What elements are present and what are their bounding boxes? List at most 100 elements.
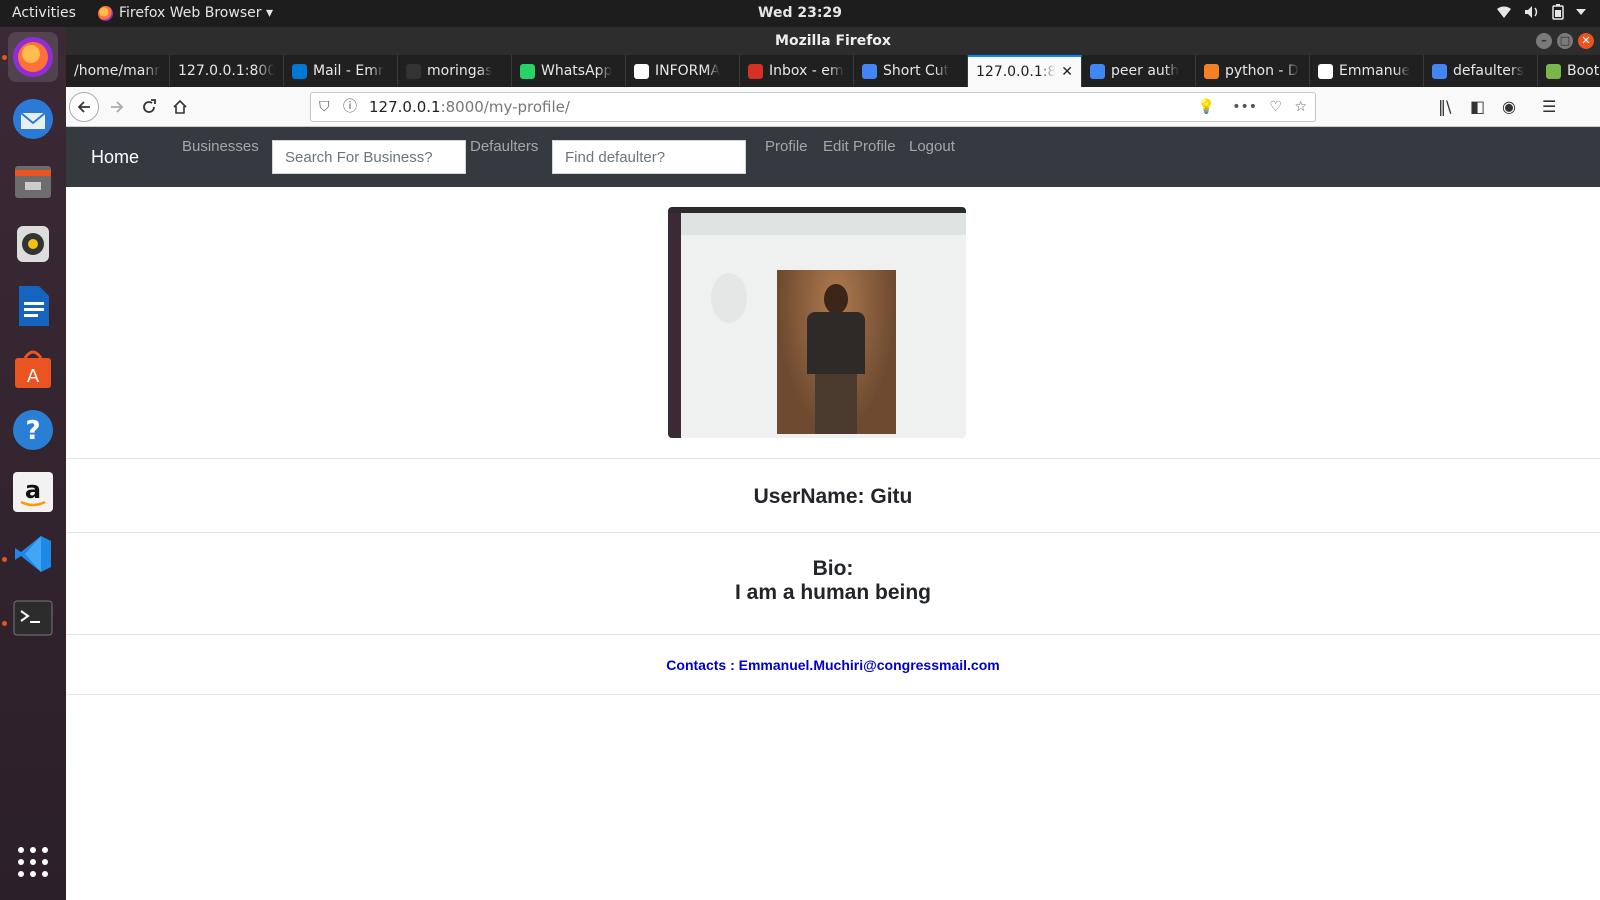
browser-tab[interactable]: /home/mann [66,55,170,87]
tab-favicon-icon [520,63,535,79]
home-button[interactable] [165,92,195,122]
dock-files[interactable] [8,157,58,207]
find-defaulter-input[interactable] [552,140,746,174]
search-business-input[interactable] [272,140,466,174]
dock-help[interactable]: ? [8,405,58,455]
pocket-icon[interactable]: ♡ [1269,93,1282,121]
tab-label: Mail - Emr [313,63,384,79]
tab-favicon-icon [292,63,307,79]
lightbulb-icon[interactable]: 💡 [1198,93,1215,121]
firefox-icon [98,5,113,21]
tab-label: /home/mann [74,63,161,79]
tab-favicon-icon [862,63,877,79]
window-title: Mozilla Firefox [775,33,891,49]
files-icon [15,166,51,198]
dock-terminal[interactable] [8,593,58,643]
arrow-left-icon [77,101,90,113]
nav-businesses-link[interactable]: Businesses [182,138,259,155]
vscode-icon [15,536,51,572]
browser-tab[interactable]: moringas [398,55,512,87]
reload-icon [143,99,156,113]
browser-tab[interactable]: WhatsApp [512,55,626,87]
sidebar-icon[interactable]: ◧ [1470,97,1485,116]
tab-favicon-icon [1318,63,1333,79]
profile-bio: Bio: I am a human being [66,557,1600,605]
help-icon: ? [13,410,53,450]
browser-tab[interactable]: 127.0.0.1:800 [170,55,284,87]
navbar-brand-home[interactable]: Home [91,147,139,168]
tab-label: python - D [1225,63,1299,79]
ubuntu-dock: A ? a [0,27,66,900]
nav-edit-profile-link[interactable]: Edit Profile [823,138,896,155]
chevron-down-icon [1576,9,1586,15]
svg-text:a: a [25,476,41,504]
browser-tab[interactable]: Inbox - em [740,55,854,87]
tab-label: Emmanue [1339,63,1411,79]
hamburger-menu-icon[interactable]: ☰ [1542,97,1556,116]
library-icon[interactable]: ‖\ [1438,97,1451,116]
dock-libreoffice-writer[interactable] [8,281,58,331]
tab-favicon-icon [406,63,421,79]
gnome-top-bar: Activities Firefox Web Browser ▾ Wed 23:… [0,0,1600,27]
tab-favicon-icon [1204,63,1219,79]
thunderbird-icon [13,99,53,139]
dock-amazon[interactable]: a [8,467,58,517]
browser-tab[interactable]: python - D [1196,55,1310,87]
nav-defaulters-link[interactable]: Defaulters [470,138,538,155]
maximize-button[interactable]: □ [1557,33,1573,49]
browser-tab[interactable]: Bootstrap [1538,55,1600,87]
forward-button[interactable] [102,92,132,122]
browser-tab[interactable]: peer auth [1082,55,1196,87]
browser-tab[interactable]: Emmanue [1310,55,1424,87]
arrow-right-icon [111,101,124,113]
dock-vscode[interactable] [8,529,58,579]
reload-button[interactable] [134,92,164,122]
web-page: Home Businesses Defaulters Profile Edit … [66,127,1600,900]
nav-logout-link[interactable]: Logout [909,138,955,155]
divider [66,634,1600,635]
tab-label: INFORMA [655,63,721,79]
info-icon[interactable]: ⓘ [343,93,357,121]
system-tray[interactable] [1496,4,1586,20]
dock-software[interactable]: A [8,343,58,393]
navigation-toolbar: ⛉ ⓘ 127.0.0.1:8000/my-profile/ 💡 ••• ♡ ☆… [66,87,1600,127]
profile-username: UserName: Gitu [753,485,913,508]
page-actions-icon[interactable]: ••• [1232,93,1257,121]
firefox-icon [13,37,53,77]
tab-favicon-icon [1432,63,1447,79]
tab-label: 127.0.0.1:800 [178,63,275,79]
close-tab-icon[interactable]: ✕ [1061,64,1073,80]
divider [66,458,1600,459]
account-icon[interactable]: ◉ [1502,97,1516,116]
dock-thunderbird[interactable] [8,94,58,144]
minimize-button[interactable]: – [1536,33,1552,49]
profile-contacts[interactable]: Contacts : Emmanuel.Muchiri@congressmail… [66,657,1600,673]
window-titlebar[interactable]: Mozilla Firefox – □ ✕ [66,27,1600,55]
nav-profile-link[interactable]: Profile [765,138,808,155]
activities-button[interactable]: Activities [12,5,76,21]
bookmark-star-icon[interactable]: ☆ [1294,93,1307,121]
close-window-button[interactable]: ✕ [1578,33,1594,49]
dock-firefox[interactable] [8,32,58,82]
browser-tab[interactable]: Short Cut [854,55,968,87]
battery-icon [1552,4,1564,20]
app-menu-label: Firefox Web Browser ▾ [119,5,273,21]
browser-tab[interactable]: defaulters [1424,55,1538,87]
firefox-window: Mozilla Firefox – □ ✕ /home/mann 127.0.0.… [66,27,1600,900]
shield-icon[interactable]: ⛉ [319,93,330,121]
rhythmbox-icon [17,226,49,262]
clock[interactable]: Wed 23:29 [758,5,842,21]
browser-tab[interactable]: 127.0.0.1:8 ✕ [968,55,1082,87]
dock-show-applications[interactable] [8,837,58,887]
back-button[interactable] [69,92,99,122]
svg-text:?: ? [25,416,40,446]
dock-rhythmbox[interactable] [8,219,58,269]
tab-label: Bootstrap [1567,63,1600,79]
url-bar[interactable]: ⛉ ⓘ 127.0.0.1:8000/my-profile/ 💡 ••• ♡ ☆ [310,92,1316,122]
wifi-icon [1497,6,1511,18]
browser-tab[interactable]: INFORMA [626,55,740,87]
software-center-icon: A [15,350,51,388]
tab-favicon-icon [1090,63,1105,79]
app-menu[interactable]: Firefox Web Browser ▾ [98,5,273,21]
browser-tab[interactable]: Mail - Emr [284,55,398,87]
